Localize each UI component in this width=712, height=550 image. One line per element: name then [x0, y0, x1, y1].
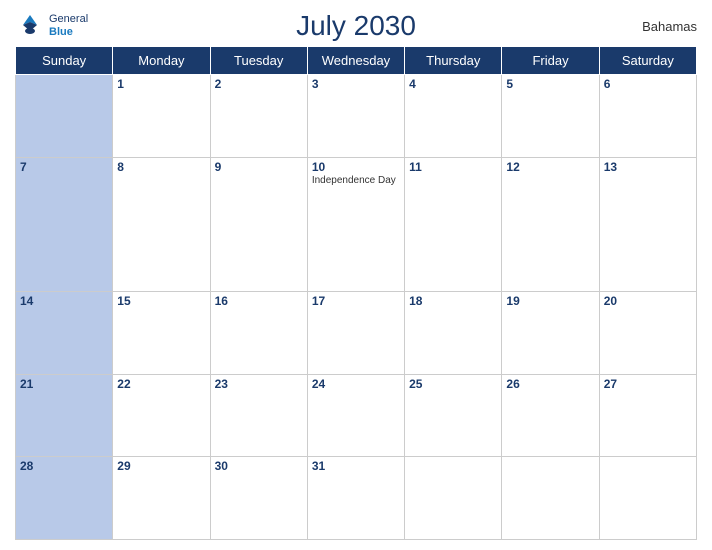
week-row-2: 789 10Independence Day 11 12 13: [16, 157, 697, 292]
calendar-cell: 16: [210, 292, 307, 375]
calendar-cell: 10Independence Day: [307, 157, 404, 292]
calendar-cell: 3: [307, 75, 404, 158]
calendar-cell: 5: [502, 75, 599, 158]
calendar-cell: [502, 457, 599, 540]
calendar-cell: 11: [405, 157, 502, 292]
header-sunday: Sunday: [16, 47, 113, 75]
day-number: 16: [215, 294, 303, 308]
calendar-header: General Blue July 2030 Bahamas: [15, 10, 697, 42]
week-row-5: 28 29 30 31: [16, 457, 697, 540]
day-number: 21: [20, 377, 108, 391]
day-number: 15: [117, 294, 205, 308]
day-number: 20: [604, 294, 692, 308]
day-number: 17: [312, 294, 400, 308]
calendar-cell: 9: [210, 157, 307, 292]
day-number: 22: [117, 377, 205, 391]
day-number: 28: [20, 459, 108, 473]
week-row-1: 123456: [16, 75, 697, 158]
calendar-cell: 26: [502, 374, 599, 457]
calendar-cell: 24: [307, 374, 404, 457]
day-number: 25: [409, 377, 497, 391]
calendar-cell: 4: [405, 75, 502, 158]
calendar-title: July 2030: [296, 10, 416, 42]
calendar-cell: 20: [599, 292, 696, 375]
calendar-cell: 2: [210, 75, 307, 158]
calendar-cell: 6: [599, 75, 696, 158]
logo-text: General Blue: [49, 13, 88, 39]
day-number: 7: [20, 160, 108, 174]
header-saturday: Saturday: [599, 47, 696, 75]
calendar-cell: 13: [599, 157, 696, 292]
day-number: 2: [215, 77, 303, 91]
calendar-cell: 30: [210, 457, 307, 540]
header-friday: Friday: [502, 47, 599, 75]
day-number: 10: [312, 160, 400, 174]
calendar-cell: [16, 75, 113, 158]
day-number: 4: [409, 77, 497, 91]
day-number: 24: [312, 377, 400, 391]
calendar-cell: 23: [210, 374, 307, 457]
day-number: 29: [117, 459, 205, 473]
calendar-cell: 7: [16, 157, 113, 292]
calendar-cell: 19: [502, 292, 599, 375]
day-number: 1: [117, 77, 205, 91]
calendar-cell: 14: [16, 292, 113, 375]
calendar-cell: 18: [405, 292, 502, 375]
day-number: 27: [604, 377, 692, 391]
calendar-cell: 31: [307, 457, 404, 540]
calendar-cell: [599, 457, 696, 540]
calendar-cell: 12: [502, 157, 599, 292]
calendar-wrapper: General Blue July 2030 Bahamas Sunday Mo…: [0, 0, 712, 550]
day-number: 23: [215, 377, 303, 391]
calendar-cell: 1: [113, 75, 210, 158]
day-number: 8: [117, 160, 205, 174]
calendar-cell: [405, 457, 502, 540]
calendar-cell: 27: [599, 374, 696, 457]
day-number: 26: [506, 377, 594, 391]
day-number: 31: [312, 459, 400, 473]
logo: General Blue: [15, 11, 88, 41]
day-number: 12: [506, 160, 594, 174]
calendar-cell: 29: [113, 457, 210, 540]
day-number: 18: [409, 294, 497, 308]
logo-bird-icon: [15, 11, 45, 41]
calendar-cell: 15: [113, 292, 210, 375]
calendar-cell: 28: [16, 457, 113, 540]
event-label: Independence Day: [312, 175, 400, 186]
day-number: 13: [604, 160, 692, 174]
header-wednesday: Wednesday: [307, 47, 404, 75]
country-label: Bahamas: [642, 19, 697, 34]
day-number: 11: [409, 160, 497, 174]
day-number: 9: [215, 160, 303, 174]
header-monday: Monday: [113, 47, 210, 75]
day-number: 3: [312, 77, 400, 91]
week-row-3: 14 15 16 17 18 19 20: [16, 292, 697, 375]
calendar-cell: 22: [113, 374, 210, 457]
day-number: 5: [506, 77, 594, 91]
day-number: 19: [506, 294, 594, 308]
week-row-4: 21 22 23 24 25 26 27: [16, 374, 697, 457]
calendar-cell: 25: [405, 374, 502, 457]
day-number: 14: [20, 294, 108, 308]
calendar-cell: 21: [16, 374, 113, 457]
calendar-cell: 8: [113, 157, 210, 292]
weekday-header-row: Sunday Monday Tuesday Wednesday Thursday…: [16, 47, 697, 75]
header-thursday: Thursday: [405, 47, 502, 75]
day-number: 30: [215, 459, 303, 473]
calendar-table: Sunday Monday Tuesday Wednesday Thursday…: [15, 46, 697, 540]
header-tuesday: Tuesday: [210, 47, 307, 75]
day-number: 6: [604, 77, 692, 91]
calendar-cell: 17: [307, 292, 404, 375]
